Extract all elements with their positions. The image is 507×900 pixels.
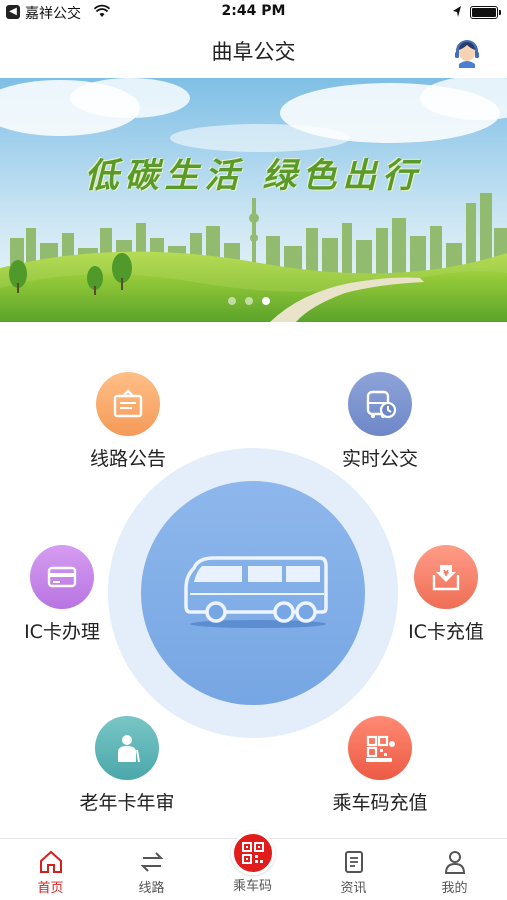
swap-arrows-icon	[140, 852, 163, 872]
page-title: 曲阜公交	[211, 40, 296, 64]
status-bar: ◀ 嘉祥公交 2:44 PM	[0, 0, 507, 26]
bus-clock-icon	[348, 372, 412, 436]
tab-home[interactable]: 首页	[0, 839, 101, 900]
banner-dot[interactable]	[245, 297, 253, 305]
tab-home-label: 首页	[37, 881, 64, 896]
tab-news-label: 资讯	[340, 881, 367, 896]
tab-profile-label: 我的	[441, 881, 468, 896]
yuan-download-icon: ¥	[414, 545, 478, 609]
qr-code-recharge-button[interactable]: 乘车码充值	[310, 716, 450, 815]
ic-card-label: IC卡办理	[24, 621, 100, 643]
tab-ride-code[interactable]: 乘车码	[202, 831, 303, 900]
qr-bus-icon	[348, 716, 412, 780]
tab-routes-label: 线路	[138, 881, 165, 896]
bus-icon	[184, 556, 328, 628]
tab-routes[interactable]: 线路	[101, 839, 202, 900]
elder-person-icon	[95, 716, 159, 780]
svg-text:¥: ¥	[443, 569, 449, 578]
home-icon	[39, 850, 62, 873]
banner-illustration	[0, 78, 507, 322]
banner-dot-active[interactable]	[262, 297, 270, 305]
user-icon	[444, 851, 465, 874]
news-icon	[344, 851, 363, 873]
customer-service-avatar-icon[interactable]	[450, 36, 484, 70]
tab-news[interactable]: 资讯	[303, 839, 404, 900]
realtime-bus-label: 实时公交	[341, 448, 418, 470]
realtime-bus-button[interactable]: 实时公交	[310, 372, 450, 471]
route-notice-button[interactable]: 线路公告	[58, 372, 198, 471]
card-icon	[30, 545, 94, 609]
elder-card-review-label: 老年卡年审	[79, 792, 175, 814]
qr-code-recharge-label: 乘车码充值	[332, 792, 428, 814]
nav-bar: 曲阜公交	[0, 26, 507, 78]
qr-code-icon	[230, 831, 275, 875]
tab-bar: 首页 线路 乘车码 资讯 我的	[0, 831, 507, 900]
location-arrow-icon	[453, 6, 461, 17]
ic-card-button[interactable]: IC卡办理	[0, 545, 132, 644]
ic-recharge-label: IC卡充值	[408, 621, 484, 643]
tab-ride-code-label: 乘车码	[232, 879, 272, 894]
promo-banner[interactable]: 低碳生活 绿色出行	[0, 78, 507, 322]
banner-slogan: 低碳生活 绿色出行	[84, 156, 423, 196]
tab-profile[interactable]: 我的	[404, 839, 505, 900]
status-time: 2:44 PM	[221, 3, 286, 19]
route-notice-label: 线路公告	[89, 448, 166, 470]
banner-dot[interactable]	[228, 297, 236, 305]
battery-icon	[470, 6, 501, 19]
notice-board-icon	[96, 372, 160, 436]
ic-recharge-button[interactable]: ¥ IC卡充值	[376, 545, 507, 644]
elder-card-review-button[interactable]: 老年卡年审	[57, 716, 197, 815]
banner-pagination	[228, 297, 270, 305]
